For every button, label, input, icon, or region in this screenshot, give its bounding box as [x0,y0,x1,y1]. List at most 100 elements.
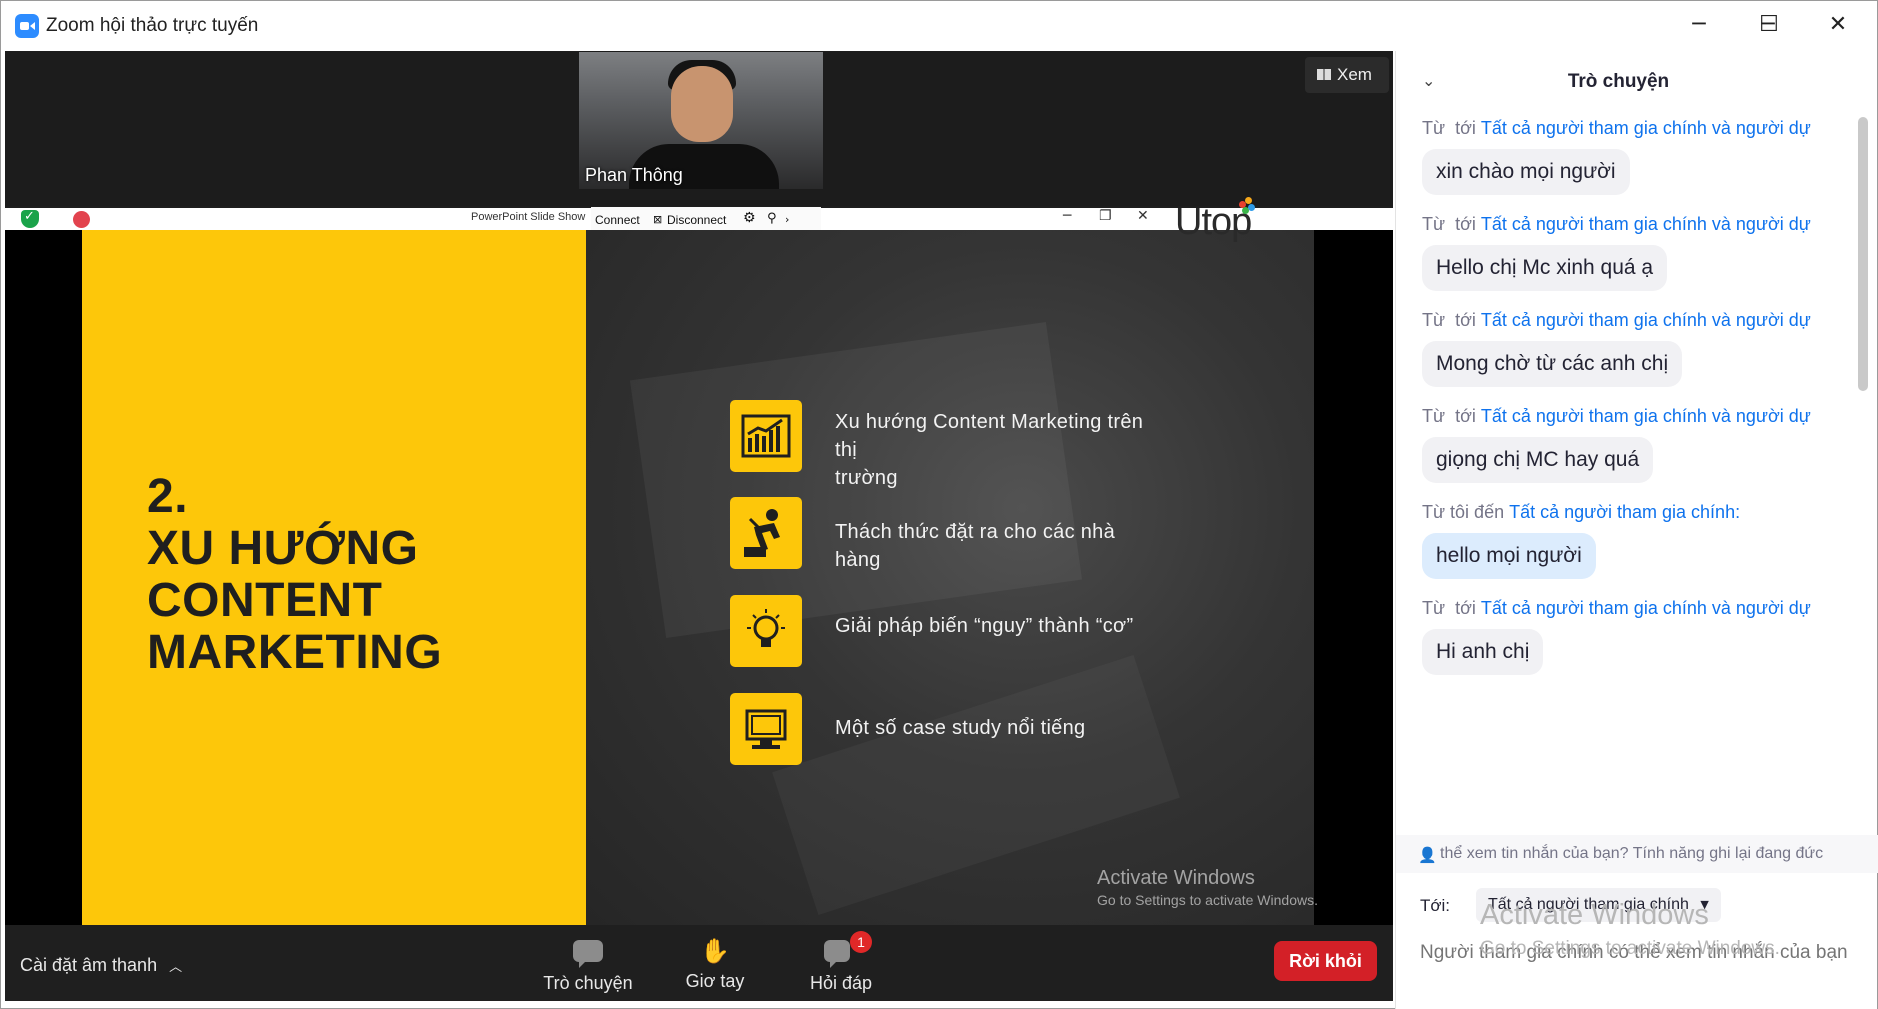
remote-control-bar: Connect ⊠ Disconnect ⚙ ⚲ › [591,207,821,231]
pin-icon[interactable]: ⚲ [767,211,777,226]
participant-video[interactable]: Phan Thông [579,52,823,189]
message-to-prefix: tới [1455,310,1476,330]
chart-icon [730,400,802,472]
slide-heading-line: XU HƯỚNG [147,522,419,575]
chat-message-meta: Từ tới Tất cả người tham gia chính và ng… [1422,401,1852,431]
agenda-item-text: Giải pháp biến “nguy” thành “cơ” [835,615,1134,637]
settings-gear-icon[interactable]: ⚙ [743,210,756,226]
close-button[interactable]: ✕ [1803,1,1873,51]
chat-message-meta: Từ tới Tất cả người tham gia chính và ng… [1422,593,1852,623]
disconnect-button[interactable]: Disconnect [667,213,726,227]
activate-windows-watermark: Activate Windows Go to Settings to activ… [1097,867,1318,908]
audio-settings-label: Cài đặt âm thanh [20,955,158,975]
qa-button-label: Hỏi đáp [809,973,873,993]
chat-message: Từ tới Tất cả người tham gia chính và ng… [1422,209,1858,291]
participant-name: Phan Thông [585,165,683,185]
agenda-item-text: trường [835,467,898,489]
chat-message-bubble: Hi anh chị [1422,629,1544,675]
chevron-right-icon[interactable]: › [785,213,789,226]
window-title: Zoom hội thảo trực tuyến [46,15,259,36]
message-from: Từ [1422,406,1446,426]
message-recipient[interactable]: Tất cả người tham gia chính và người dự [1481,310,1811,330]
message-recipient[interactable]: Tất cả người tham gia chính: [1509,502,1740,522]
raise-hand-label: Giơ tay [685,971,745,991]
leave-button[interactable]: Rời khỏi [1274,941,1377,981]
hand-icon: ✋ [700,937,730,965]
message-from: Từ [1422,214,1446,234]
chat-message-list[interactable]: Từ tới Tất cả người tham gia chính và ng… [1396,113,1858,833]
agenda-item-text: Thách thức đặt ra cho các nhà hàng [835,521,1116,571]
chat-message-bubble: xin chào mọi người [1422,149,1630,195]
qa-button[interactable]: 1 Hỏi đáp [786,931,896,997]
chat-message-meta: Từ tôi đến Tất cả người tham gia chính: [1422,497,1852,527]
shared-app-title: PowerPoint Slide Show [471,211,586,223]
meeting-toolbar: Cài đặt âm thanh ︿ Trò chuyện ✋ Giơ tay 1… [5,925,1393,1001]
message-from: Từ tôi đến [1422,502,1505,522]
chat-message: Từ tới Tất cả người tham gia chính và ng… [1422,593,1858,675]
activate-windows-title: Activate Windows [1097,867,1255,889]
privacy-note-text: thể xem tin nhắn của bạn? Tính năng ghi … [1440,845,1824,862]
slide-close-icon[interactable]: ✕ [1137,208,1149,224]
raise-hand-button[interactable]: ✋ Giơ tay [660,937,770,997]
view-button[interactable]: Xem [1305,57,1389,93]
monitor-icon [730,693,802,765]
chat-button[interactable]: Trò chuyện [533,937,643,997]
chat-message-bubble: giọng chị MC hay quá [1422,437,1654,483]
slide-heading-line: 2. [147,470,189,523]
message-to-prefix: tới [1455,406,1476,426]
message-recipient[interactable]: Tất cả người tham gia chính và người dự [1481,118,1811,138]
qa-notification-badge: 1 [850,931,872,953]
title-bar: Zoom hội thảo trực tuyến ─ [1,1,1877,51]
audio-settings-button[interactable]: Cài đặt âm thanh ︿ [20,955,182,976]
message-recipient[interactable]: Tất cả người tham gia chính và người dự [1481,598,1811,618]
message-recipient[interactable]: Tất cả người tham gia chính và người dự [1481,406,1811,426]
chat-title: Trò chuyện [1567,71,1670,92]
chat-message-meta: Từ tới Tất cả người tham gia chính và ng… [1422,113,1852,143]
utop-logo-dots-icon [1239,197,1255,214]
connect-button[interactable]: Connect [595,213,640,227]
message-from: Từ [1422,310,1446,330]
chat-message: Từ tới Tất cả người tham gia chính và ng… [1422,305,1858,387]
activate-windows-subtitle: Go to Settings to activate Windows. [1097,892,1318,908]
chevron-down-icon: ▼ [1700,898,1709,911]
chat-scrollbar[interactable] [1858,117,1868,391]
message-from: Từ [1422,118,1446,138]
grid-icon [1317,69,1331,80]
qa-icon [824,940,850,968]
view-button-label: Xem [1337,65,1372,84]
chat-message-self: Từ tôi đến Tất cả người tham gia chính: … [1422,497,1858,579]
privacy-note: 👤 thể xem tin nhắn của bạn? Tính năng ghi… [1396,835,1878,873]
recipient-select-value: Tất cả người tham gia chính [1488,896,1689,913]
slide-minimize-icon[interactable]: ─ [1063,208,1071,224]
lightbulb-icon [730,595,802,667]
video-person-face [671,66,733,142]
worker-icon [730,497,802,569]
chat-message: Từ tới Tất cả người tham gia chính và ng… [1422,401,1858,483]
zoom-window: Zoom hội thảo trực tuyến ─ ─ ☐ ✕ Phan Th… [0,0,1878,1009]
slide-restore-icon[interactable]: ❐ [1099,208,1112,224]
chat-panel: ⌄ Trò chuyện Từ tới Tất cả người tham gi… [1395,51,1878,1009]
zoom-logo-icon [15,14,39,38]
recipient-select[interactable]: Tất cả người tham gia chính ▼ [1476,888,1721,922]
message-recipient[interactable]: Tất cả người tham gia chính và người dự [1481,214,1811,234]
slide-heading-line: MARKETING [147,626,443,679]
disconnect-icon: ⊠ [653,213,663,226]
chat-message-bubble: Mong chờ từ các anh chị [1422,341,1683,387]
person-icon: 👤 [1418,846,1437,864]
agenda-item-text: Một số case study nổi tiếng [835,717,1086,739]
chat-message-meta: Từ tới Tất cả người tham gia chính và ng… [1422,305,1852,335]
chat-message-bubble: hello mọi người [1422,533,1596,579]
record-icon [73,211,90,228]
chat-icon [573,940,603,968]
slide-heading-line: CONTENT [147,574,383,627]
message-to-prefix: tới [1455,598,1476,618]
chevron-up-icon[interactable]: ︿ [169,960,182,975]
minimize-button[interactable]: ─ [1664,1,1734,51]
message-from: Từ [1422,598,1446,618]
slide-heading: 2. XU HƯỚNG CONTENT MARKETING [147,471,442,679]
slide-photo-panel [586,230,1314,925]
maximize-button[interactable]: ☐ [1734,1,1804,51]
recipient-label: Tới: [1420,896,1451,915]
chat-header: ⌄ Trò chuyện [1396,51,1878,111]
chat-message-input[interactable] [1420,939,1860,1005]
